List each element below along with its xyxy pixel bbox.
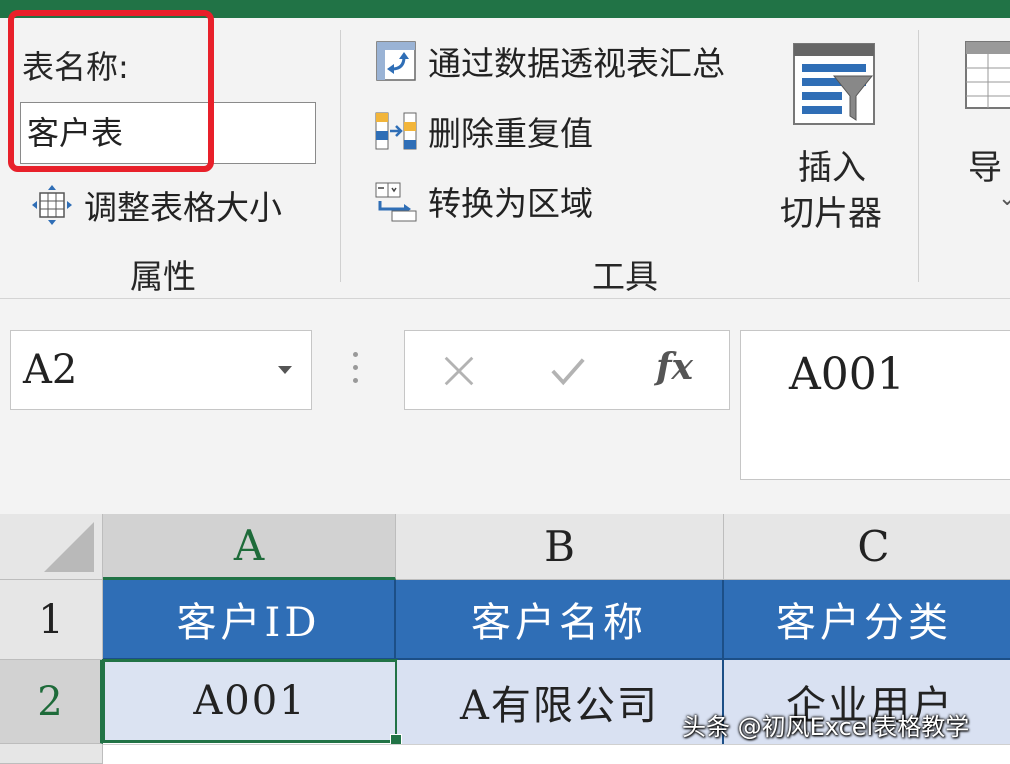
convert-to-range-button[interactable]: 转换为区域 bbox=[374, 176, 593, 226]
column-header-c[interactable]: C bbox=[724, 514, 1010, 580]
insert-slicer-button[interactable]: 插入 切片器 bbox=[770, 36, 900, 236]
pivot-summarize-label: 通过数据透视表汇总 bbox=[428, 44, 725, 83]
slicer-icon bbox=[793, 43, 875, 125]
watermark-text: 头条 @初风Excel表格教学 bbox=[682, 712, 970, 741]
row-header-3[interactable] bbox=[0, 744, 103, 764]
group-separator bbox=[340, 30, 341, 282]
column-header-b[interactable]: B bbox=[396, 514, 724, 580]
insert-slicer-line1: 插入 bbox=[798, 148, 866, 188]
chevron-down-icon: ⌄ bbox=[998, 186, 1010, 211]
formula-input[interactable]: A001 bbox=[740, 330, 1010, 480]
insert-slicer-line2: 切片器 bbox=[780, 194, 882, 234]
pivot-summarize-button[interactable]: 通过数据透视表汇总 bbox=[374, 36, 725, 86]
row-header-1[interactable]: 1 bbox=[0, 580, 103, 660]
enter-check-icon[interactable] bbox=[548, 352, 588, 390]
table-data-cell[interactable]: A有限公司 bbox=[397, 660, 724, 744]
empty-row-cells[interactable] bbox=[103, 744, 1010, 758]
pivot-table-icon bbox=[376, 41, 416, 81]
convert-to-range-icon bbox=[375, 182, 417, 222]
select-all-triangle-icon bbox=[44, 522, 94, 572]
table-header-cell[interactable]: 客户分类 bbox=[724, 580, 1010, 660]
convert-to-range-label: 转换为区域 bbox=[428, 184, 593, 223]
export-label: 导 bbox=[968, 148, 1002, 188]
resize-table-button[interactable]: 调整表格大小 bbox=[30, 180, 282, 230]
row-header-2[interactable]: 2 bbox=[0, 660, 103, 744]
group-separator bbox=[918, 30, 919, 282]
tools-group-label: 工具 bbox=[592, 257, 658, 296]
column-header-a[interactable]: A bbox=[103, 514, 396, 580]
highlight-box bbox=[8, 10, 214, 172]
watermark: 头条 @初风Excel表格教学 bbox=[682, 704, 969, 744]
export-button[interactable]: 导 ⌄ bbox=[950, 36, 1010, 236]
table-header-cell[interactable]: 客户ID bbox=[103, 580, 396, 660]
remove-duplicates-label: 删除重复值 bbox=[428, 114, 593, 153]
table-data-cell-active[interactable]: A001 bbox=[102, 659, 398, 743]
name-box-dropdown-icon[interactable] bbox=[278, 366, 292, 374]
resize-table-label: 调整表格大小 bbox=[84, 188, 282, 227]
export-table-icon bbox=[965, 41, 1010, 109]
remove-duplicates-icon bbox=[375, 112, 417, 150]
table-header-cell[interactable]: 客户名称 bbox=[396, 580, 724, 660]
resize-table-icon bbox=[32, 185, 72, 225]
cancel-icon[interactable] bbox=[440, 352, 478, 390]
formula-bar-grip-icon[interactable] bbox=[353, 352, 359, 388]
properties-group-label: 属性 bbox=[130, 257, 196, 296]
insert-function-icon[interactable]: fx bbox=[656, 346, 693, 388]
name-box[interactable]: A2 bbox=[10, 330, 312, 410]
remove-duplicates-button[interactable]: 删除重复值 bbox=[374, 106, 593, 156]
